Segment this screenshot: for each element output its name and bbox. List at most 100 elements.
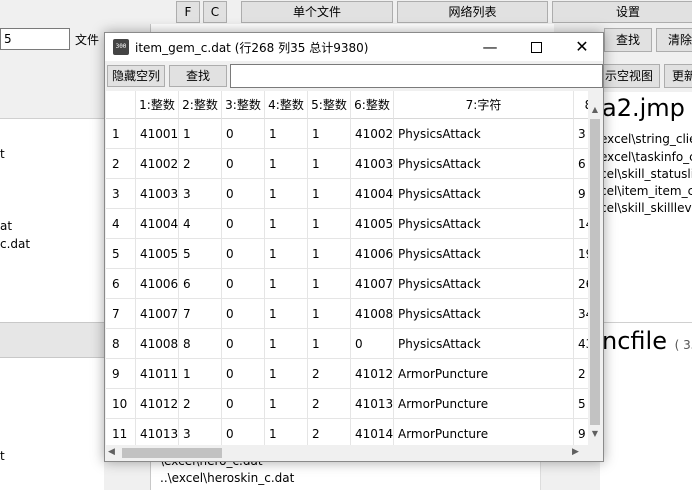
table-cell[interactable]: PhysicsAttack xyxy=(394,119,574,149)
table-cell[interactable]: 41001 xyxy=(136,119,179,149)
table-cell[interactable]: PhysicsAttack xyxy=(394,299,574,329)
left-list-top[interactable]: t at c.dat xyxy=(0,119,104,322)
table-cell[interactable]: PhysicsAttack xyxy=(394,179,574,209)
table-cell[interactable]: 19 xyxy=(574,239,588,269)
table-cell[interactable]: 2 xyxy=(308,419,351,445)
table-cell[interactable]: 3 xyxy=(179,419,222,445)
horizontal-scrollbar[interactable]: ◀ ▶ xyxy=(106,445,588,461)
table-cell[interactable]: 1 xyxy=(308,299,351,329)
scroll-up-icon[interactable]: ▲ xyxy=(588,105,602,119)
minimize-icon[interactable]: — xyxy=(467,33,513,61)
single-file-button[interactable]: 单个文件 xyxy=(241,1,393,23)
hide-empty-columns-button[interactable]: 隐藏空列 xyxy=(107,65,165,87)
table-cell[interactable]: 1 xyxy=(265,149,308,179)
grid-corner[interactable] xyxy=(106,91,136,119)
column-header[interactable]: 7:字符 xyxy=(394,91,574,119)
table-cell[interactable]: 0 xyxy=(222,419,265,445)
table-cell[interactable]: 41003 xyxy=(136,179,179,209)
scroll-left-icon[interactable]: ◀ xyxy=(108,447,120,459)
vertical-scroll-thumb[interactable] xyxy=(590,119,600,425)
scroll-down-icon[interactable]: ▼ xyxy=(588,429,602,443)
table-cell[interactable]: 1 xyxy=(308,239,351,269)
c-button[interactable]: C xyxy=(203,1,227,23)
row-number[interactable]: 6 xyxy=(106,269,136,299)
left-list-bottom[interactable]: t xyxy=(0,358,104,490)
row-number[interactable]: 10 xyxy=(106,389,136,419)
row-number[interactable]: 3 xyxy=(106,179,136,209)
table-cell[interactable]: 1 xyxy=(308,149,351,179)
update-button[interactable]: 更新 xyxy=(664,64,692,88)
size-grip[interactable] xyxy=(588,445,602,461)
table-cell[interactable]: 26 xyxy=(574,269,588,299)
table-cell[interactable]: 34 xyxy=(574,299,588,329)
table-cell[interactable]: 41004 xyxy=(351,179,394,209)
table-cell[interactable]: 1 xyxy=(265,239,308,269)
table-cell[interactable]: 14 xyxy=(574,209,588,239)
table-cell[interactable]: 6 xyxy=(574,149,588,179)
table-cell[interactable]: 1 xyxy=(179,119,222,149)
table-cell[interactable]: 41004 xyxy=(136,209,179,239)
table-cell[interactable]: 0 xyxy=(222,149,265,179)
left-path-input[interactable]: 5 xyxy=(0,28,70,50)
table-cell[interactable]: 8 xyxy=(179,329,222,359)
table-cell[interactable]: ArmorPuncture xyxy=(394,389,574,419)
table-cell[interactable]: 1 xyxy=(265,179,308,209)
table-cell[interactable]: 41006 xyxy=(351,239,394,269)
table-cell[interactable]: 41003 xyxy=(351,149,394,179)
right-upper-list[interactable]: a2.jmp ( excel\string_client excel\taski… xyxy=(600,92,692,322)
table-cell[interactable]: 41008 xyxy=(136,329,179,359)
table-cell[interactable]: 3 xyxy=(574,119,588,149)
table-cell[interactable]: 0 xyxy=(222,299,265,329)
table-cell[interactable]: 0 xyxy=(222,269,265,299)
table-cell[interactable]: 41006 xyxy=(136,269,179,299)
horizontal-scroll-thumb[interactable] xyxy=(122,448,222,458)
table-cell[interactable]: 0 xyxy=(222,359,265,389)
table-cell[interactable]: 1 xyxy=(308,329,351,359)
row-number[interactable]: 9 xyxy=(106,359,136,389)
table-cell[interactable]: 6 xyxy=(179,269,222,299)
column-header[interactable]: 1:整数 xyxy=(136,91,179,119)
table-cell[interactable]: 41002 xyxy=(136,149,179,179)
table-cell[interactable]: 1 xyxy=(265,209,308,239)
table-cell[interactable]: 2 xyxy=(308,359,351,389)
table-cell[interactable]: 41008 xyxy=(351,299,394,329)
table-cell[interactable]: 1 xyxy=(179,359,222,389)
row-number[interactable]: 8 xyxy=(106,329,136,359)
column-header[interactable]: 4:整数 xyxy=(265,91,308,119)
table-cell[interactable]: 0 xyxy=(222,329,265,359)
table-cell[interactable]: 1 xyxy=(265,359,308,389)
table-cell[interactable]: 2 xyxy=(179,149,222,179)
row-number[interactable]: 7 xyxy=(106,299,136,329)
table-cell[interactable]: 41014 xyxy=(351,419,394,445)
table-cell[interactable]: 9 xyxy=(574,179,588,209)
row-number[interactable]: 4 xyxy=(106,209,136,239)
table-cell[interactable]: 1 xyxy=(265,269,308,299)
table-cell[interactable]: PhysicsAttack xyxy=(394,269,574,299)
table-cell[interactable]: 41007 xyxy=(136,299,179,329)
row-number[interactable]: 11 xyxy=(106,419,136,445)
column-header[interactable]: 6:整数 xyxy=(351,91,394,119)
row-number[interactable]: 2 xyxy=(106,149,136,179)
table-cell[interactable]: 0 xyxy=(222,239,265,269)
table-cell[interactable]: 41012 xyxy=(351,359,394,389)
settings-button[interactable]: 设置 xyxy=(552,1,692,23)
table-cell[interactable]: 0 xyxy=(351,329,394,359)
table-cell[interactable]: 4 xyxy=(179,209,222,239)
table-cell[interactable]: 2 xyxy=(308,389,351,419)
table-cell[interactable]: 1 xyxy=(265,389,308,419)
clear-button[interactable]: 清除 xyxy=(656,28,692,52)
close-icon[interactable]: ✕ xyxy=(559,33,605,61)
title-bar[interactable]: 300 item_gem_c.dat (行268 列35 总计9380) — ✕ xyxy=(105,33,603,61)
table-cell[interactable]: 41012 xyxy=(136,389,179,419)
table-cell[interactable]: 41007 xyxy=(351,269,394,299)
row-number[interactable]: 5 xyxy=(106,239,136,269)
dialog-search-input[interactable] xyxy=(230,64,603,88)
table-cell[interactable]: 1 xyxy=(308,209,351,239)
table-cell[interactable]: ArmorPuncture xyxy=(394,419,574,445)
table-cell[interactable]: 1 xyxy=(308,269,351,299)
network-list-button[interactable]: 网络列表 xyxy=(397,1,548,23)
table-cell[interactable]: 41005 xyxy=(136,239,179,269)
row-number[interactable]: 1 xyxy=(106,119,136,149)
table-cell[interactable]: 0 xyxy=(222,389,265,419)
table-cell[interactable]: PhysicsAttack xyxy=(394,329,574,359)
